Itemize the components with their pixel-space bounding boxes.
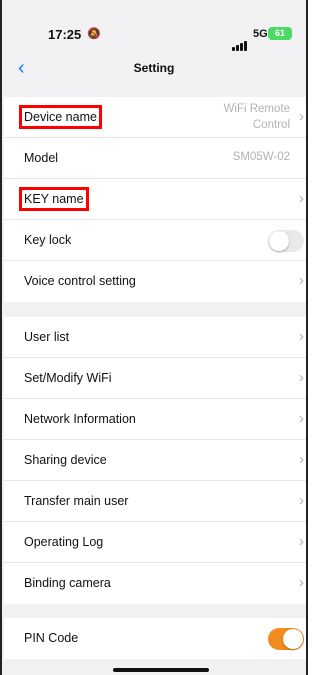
pin-code-toggle[interactable] xyxy=(268,628,304,650)
row-sharing-device[interactable]: Sharing device › xyxy=(4,440,306,481)
management-group: User list › Set/Modify WiFi › Network In… xyxy=(4,317,306,604)
app-frame: 17:25 🔕 5G 61 ‹ Setting Device name WiFi… xyxy=(0,0,308,675)
home-indicator[interactable] xyxy=(113,668,209,672)
toggle-knob xyxy=(283,629,303,649)
key-name-label: KEY name xyxy=(19,187,89,211)
sharing-device-label: Sharing device xyxy=(24,453,107,467)
row-device-name[interactable]: Device name WiFi Remote Control › xyxy=(4,97,306,138)
key-lock-toggle[interactable] xyxy=(268,230,304,252)
row-pin-code: PIN Code xyxy=(4,618,306,659)
network-type: 5G xyxy=(253,28,268,40)
device-name-value-line1: WiFi Remote xyxy=(223,103,290,115)
row-binding-camera[interactable]: Binding camera › xyxy=(4,563,306,604)
key-lock-label: Key lock xyxy=(24,233,72,247)
operating-log-label: Operating Log xyxy=(24,535,104,549)
user-list-label: User list xyxy=(24,330,70,344)
security-group: PIN Code xyxy=(4,618,306,659)
voice-control-label: Voice control setting xyxy=(24,274,136,288)
device-name-label: Device name xyxy=(19,105,102,129)
signal-icon xyxy=(232,33,248,51)
bell-slash-icon: 🔕 xyxy=(87,28,101,40)
status-bar: 17:25 🔕 5G 61 xyxy=(2,0,306,56)
chevron-right-icon: › xyxy=(299,108,304,125)
model-label: Model xyxy=(24,151,59,165)
device-info-group: Device name WiFi Remote Control › Model … xyxy=(4,97,306,302)
chevron-right-icon: › xyxy=(299,533,304,550)
chevron-right-icon: › xyxy=(299,574,304,591)
page-title: Setting xyxy=(133,61,175,75)
row-model: Model SM05W-02 xyxy=(4,138,306,179)
row-set-modify-wifi[interactable]: Set/Modify WiFi › xyxy=(4,358,306,399)
nav-bar: ‹ Setting xyxy=(2,56,306,84)
chevron-right-icon: › xyxy=(299,328,304,345)
row-transfer-main-user[interactable]: Transfer main user › xyxy=(4,481,306,522)
row-network-information[interactable]: Network Information › xyxy=(4,399,306,440)
network-information-label: Network Information xyxy=(24,412,136,426)
battery-icon: 61 xyxy=(268,27,292,40)
chevron-right-icon: › xyxy=(299,369,304,386)
device-name-value-line2: Control xyxy=(252,119,290,131)
set-modify-wifi-label: Set/Modify WiFi xyxy=(24,371,112,385)
chevron-right-icon: › xyxy=(299,410,304,427)
row-key-lock: Key lock xyxy=(4,220,306,261)
chevron-right-icon: › xyxy=(299,451,304,468)
row-user-list[interactable]: User list › xyxy=(4,317,306,358)
model-value: SM05W-02 xyxy=(232,151,290,163)
device-name-value: WiFi Remote Control xyxy=(224,101,290,133)
toggle-knob xyxy=(269,231,289,251)
transfer-main-user-label: Transfer main user xyxy=(24,494,129,508)
chevron-right-icon: › xyxy=(299,492,304,509)
row-operating-log[interactable]: Operating Log › xyxy=(4,522,306,563)
row-key-name[interactable]: KEY name › xyxy=(4,179,306,220)
binding-camera-label: Binding camera xyxy=(24,576,111,590)
row-voice-control[interactable]: Voice control setting › xyxy=(4,261,306,302)
status-time: 17:25 xyxy=(48,27,82,42)
chevron-right-icon: › xyxy=(299,190,304,207)
chevron-right-icon: › xyxy=(299,272,304,289)
pin-code-label: PIN Code xyxy=(24,631,79,645)
